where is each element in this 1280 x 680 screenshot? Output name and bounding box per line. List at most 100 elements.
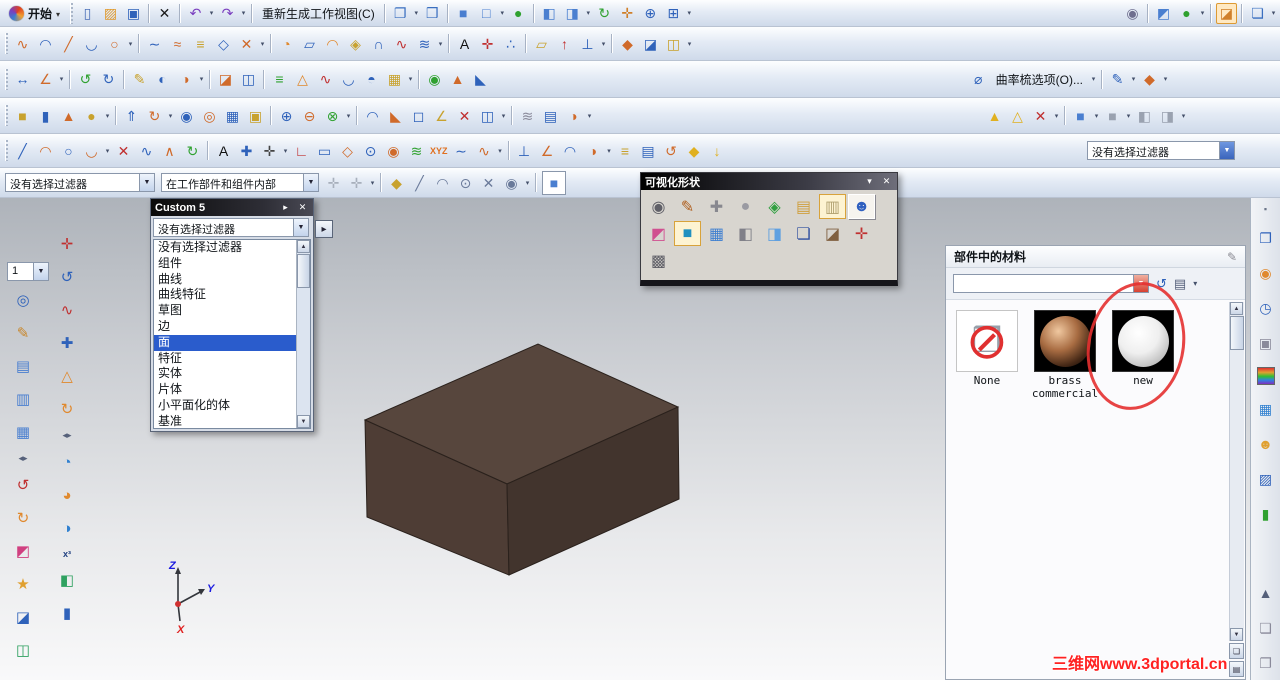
panel-scrollbar[interactable] [1229,302,1244,641]
close-icon[interactable] [296,201,309,214]
line-sketch-icon[interactable]: ╱ [12,140,33,161]
arc-icon[interactable]: ◡ [81,33,102,54]
axis-cross-icon[interactable]: ✚ [55,331,79,355]
dropdown-arrow-icon[interactable]: ▾ [207,3,216,23]
project-curve-icon[interactable]: ◇ [213,33,234,54]
intersect-icon[interactable]: ⊗ [322,105,343,126]
hole-icon[interactable]: ◉ [176,105,197,126]
material-thumbnail[interactable] [956,310,1018,372]
cascade-window-icon[interactable]: ❒ [422,3,443,24]
dock-scroll-arrows[interactable]: ◂▸ [60,430,73,441]
target-circle-icon[interactable]: ◉ [383,140,404,161]
dropdown-arrow-icon[interactable]: ▾ [496,141,505,161]
point-set-icon[interactable]: ∴ [500,33,521,54]
trim-body-icon[interactable]: ✕ [454,105,475,126]
palette-tool-icon[interactable]: ◩ [11,539,35,563]
shaded-sphere-icon[interactable]: ● [732,194,759,219]
target-point-icon[interactable]: ✛ [55,232,79,256]
fan-section-icon[interactable]: ◔ [55,450,79,474]
cross-section-icon[interactable]: ◪ [11,605,35,629]
trim-curve-icon[interactable]: ✕ [113,140,134,161]
reflection-analysis-icon[interactable]: ◓ [361,69,382,90]
dropdown-arrow-icon[interactable]: ▾ [685,34,694,54]
subtract-icon[interactable]: ⊖ [299,105,320,126]
dropdown-arrow-icon[interactable]: ▾ [1052,106,1061,126]
palette-flyout-button[interactable] [315,220,333,238]
material-brass-commercial[interactable]: brass commercial [1029,310,1101,400]
cylinder-section-icon[interactable]: ◕ [55,483,79,507]
artistic-render-icon[interactable]: ✎ [674,194,701,219]
visualize-shape-icon[interactable]: ■ [674,221,701,246]
material-search-combo[interactable] [953,274,1149,293]
dropdown-arrow-icon[interactable]: ▾ [1129,69,1138,89]
sew-surface-icon[interactable]: ◫ [663,33,684,54]
datum-axis-icon[interactable]: ↑ [554,33,575,54]
snapshot-icon[interactable]: ◉ [1122,3,1143,24]
dropdown-arrow-icon[interactable]: ▾ [412,3,421,23]
filter-list-item[interactable]: 面 [154,334,310,351]
circle-icon[interactable]: ○ [104,33,125,54]
snap-disabled-icon[interactable]: ✛ [323,172,344,193]
high-quality-image-icon[interactable]: ◉ [645,194,672,219]
constraint-stack-icon[interactable]: ▦ [11,420,35,444]
new-component-icon[interactable]: ◧ [1134,105,1155,126]
material-texture-icon[interactable]: ◩ [645,221,672,246]
dock-scroll-arrows[interactable]: ◂▸ [16,453,29,464]
show-hide-icon[interactable]: ◐ [152,69,173,90]
filter-list-item[interactable]: 草图 [154,303,310,319]
dropdown-arrow-icon[interactable]: ▾ [103,106,112,126]
offset-constraint-icon[interactable]: ≡ [615,140,636,161]
shaded-view-icon[interactable]: ■ [453,3,474,24]
chamfer-icon[interactable]: ◣ [385,105,406,126]
dropdown-arrow-icon[interactable]: ▾ [1269,3,1278,23]
dropdown-arrow-icon[interactable]: ▾ [239,3,248,23]
swept-surface-icon[interactable]: ◠ [322,33,343,54]
style-brush-icon[interactable]: ✎ [1107,69,1128,90]
surface-continuity-icon[interactable]: ◡ [338,69,359,90]
material-none[interactable]: None [951,310,1023,400]
circle-point-icon[interactable]: ⊙ [360,140,381,161]
curve-pencil-icon[interactable]: ∿ [55,298,79,322]
angle-dim-icon[interactable]: ∠ [537,140,558,161]
profile-icon[interactable]: ◠ [35,33,56,54]
cylinder-icon[interactable]: ▮ [35,105,56,126]
close-icon[interactable]: ✕ [154,3,175,24]
detail-view-icon[interactable]: ◎ [11,288,35,312]
filter-list-item[interactable]: 小平面化的体 [154,398,310,414]
dropdown-arrow-icon[interactable]: ▾ [126,34,135,54]
background-image-icon[interactable]: ▦ [703,221,730,246]
dropdown-arrow-icon[interactable]: ▾ [1179,106,1188,126]
dropdown-arrow-icon[interactable]: ▾ [368,173,377,193]
dropdown-arrow-icon[interactable]: ▾ [523,173,532,193]
draft-analysis-icon[interactable]: △ [292,69,313,90]
through-curves-icon[interactable]: ◔ [276,33,297,54]
law-curve-icon[interactable]: ∿ [391,33,412,54]
isometric-view-icon[interactable]: ◨ [562,3,583,24]
material-search-value[interactable] [954,275,1133,292]
filter-list-item[interactable]: 基准 [154,414,310,428]
dropdown-arrow-icon[interactable]: ▾ [103,141,112,161]
custom5-filter-combo[interactable]: 没有选择过滤器 [153,218,309,237]
helix-sketch-icon[interactable]: ≋ [406,140,427,161]
dropdown-arrow-icon[interactable]: ▾ [258,34,267,54]
clearance-warning-icon[interactable]: △ [1007,105,1028,126]
dropdown-arrow-icon[interactable]: ▾ [498,3,507,23]
boss-icon[interactable]: ◎ [199,105,220,126]
update-display-icon[interactable]: ↻ [98,69,119,90]
chevron-down-icon[interactable]: ▾ [1193,279,1197,288]
templates-icon[interactable]: ▮ [1255,503,1277,525]
filter-list-item[interactable]: 曲线特征 [154,287,310,303]
diameter-measure-icon[interactable]: ⌀ [968,69,989,90]
star-tool-icon[interactable]: ★ [11,572,35,596]
cylinder-tool-icon[interactable]: ▮ [55,601,79,625]
layer-combo[interactable]: 1 [7,262,49,281]
block-icon[interactable]: ■ [12,105,33,126]
corner-icon[interactable]: ∟ [291,140,312,161]
pattern-feature-icon[interactable]: ▤ [540,105,561,126]
new-window-icon[interactable]: ❐ [390,3,411,24]
pan-view-icon[interactable]: ✛ [617,3,638,24]
display-pref-icon[interactable]: ▥ [819,194,846,219]
curvature-graph-icon[interactable]: ∿ [315,69,336,90]
pocket-icon[interactable]: ▦ [222,105,243,126]
redo-icon[interactable]: ↷ [217,3,238,24]
